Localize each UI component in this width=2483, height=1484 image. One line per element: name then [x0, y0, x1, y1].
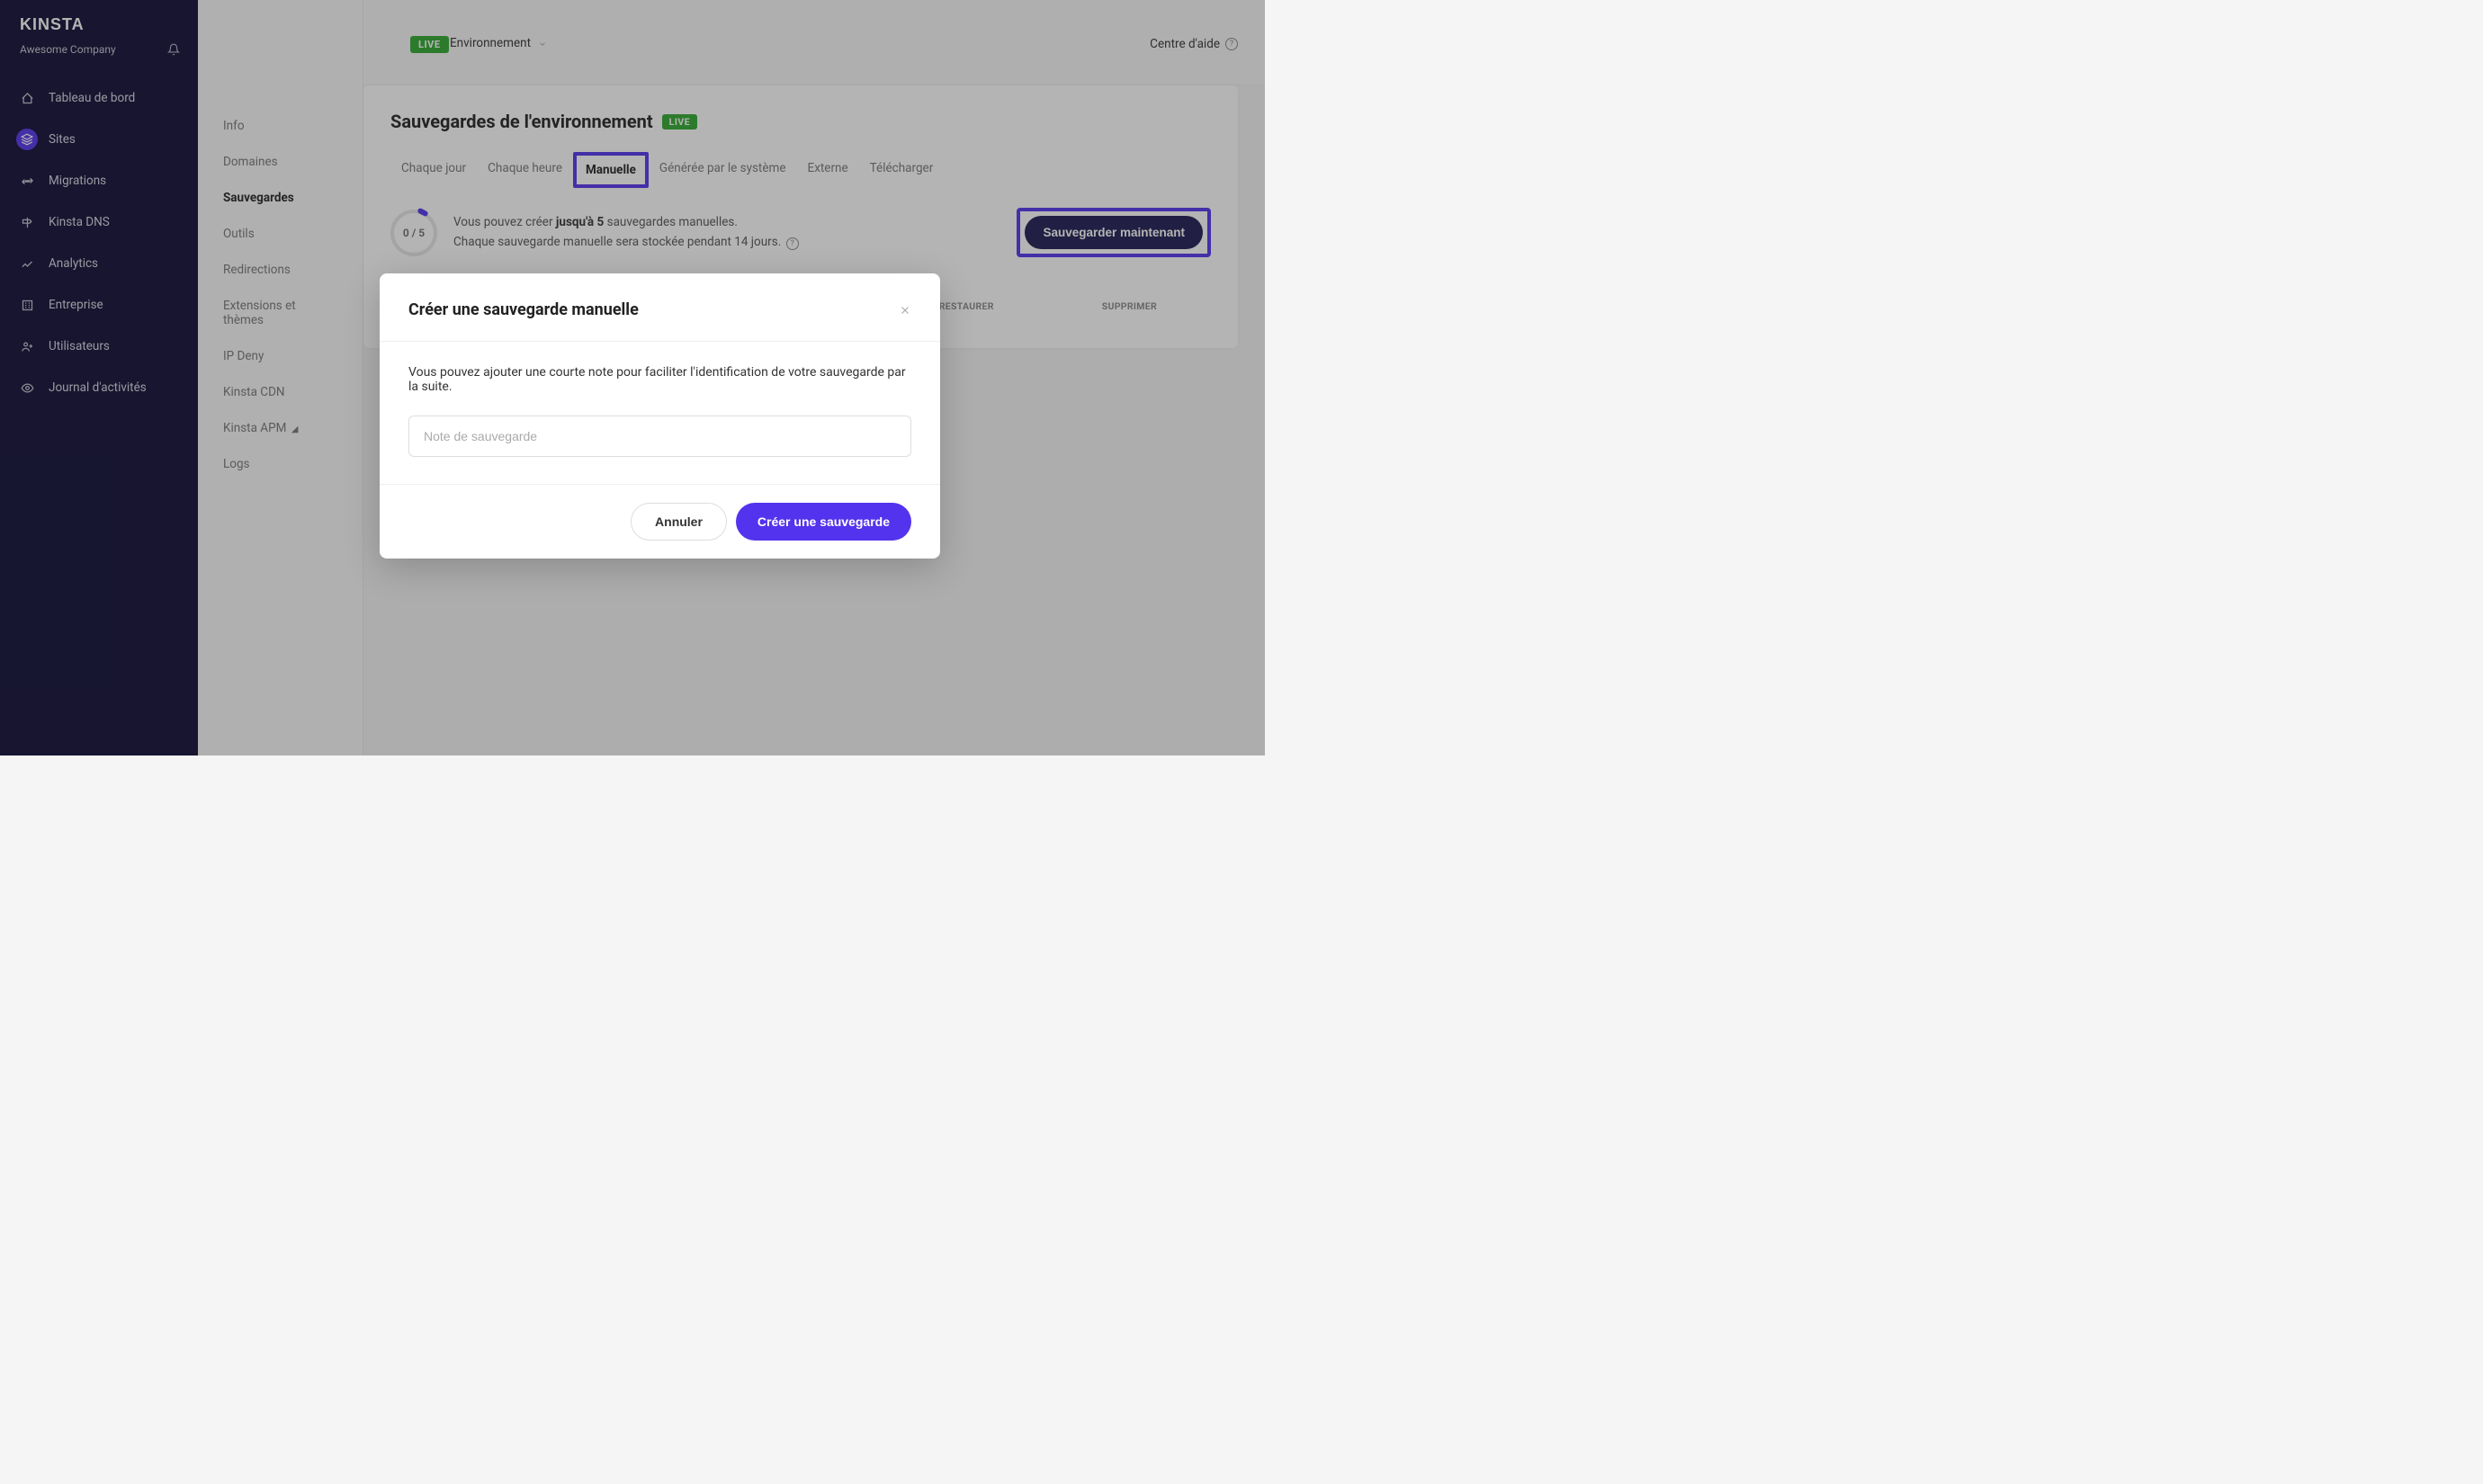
close-icon[interactable] — [899, 304, 911, 317]
create-backup-button[interactable]: Créer une sauvegarde — [736, 503, 911, 541]
modal-desc: Vous pouvez ajouter une courte note pour… — [408, 365, 911, 394]
cancel-button[interactable]: Annuler — [631, 503, 727, 541]
backup-note-input[interactable] — [408, 416, 911, 457]
create-backup-modal: Créer une sauvegarde manuelle Vous pouve… — [380, 273, 940, 559]
modal-title: Créer une sauvegarde manuelle — [408, 300, 639, 319]
